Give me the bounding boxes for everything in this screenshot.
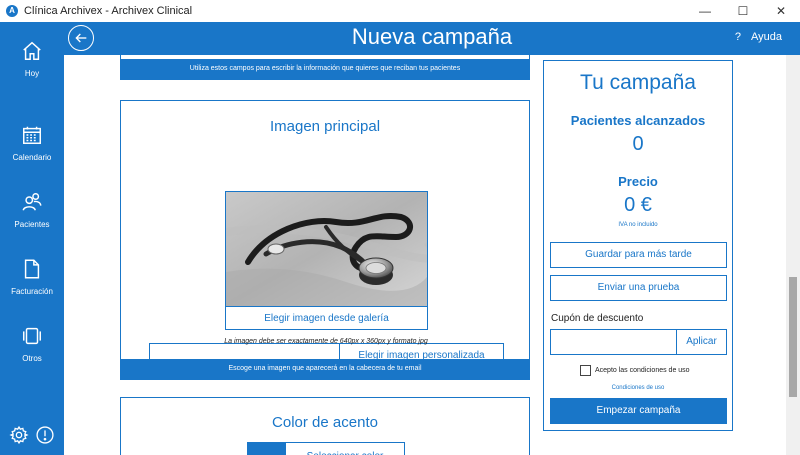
image-section-title: Imagen principal xyxy=(269,118,381,135)
page-title: Nueva campaña xyxy=(351,24,513,49)
minimize-button[interactable]: — xyxy=(686,0,724,22)
sidebar-item-label: Calendario xyxy=(12,153,52,162)
apply-coupon-button[interactable]: Aplicar xyxy=(677,330,726,354)
patients-icon xyxy=(22,193,42,211)
terms-link[interactable]: Condiciones de uso xyxy=(544,385,732,391)
stethoscope-image xyxy=(226,192,427,306)
maximize-button[interactable]: ☐ xyxy=(724,0,762,22)
vertical-scrollbar[interactable] xyxy=(786,55,800,455)
choose-gallery-button[interactable]: Elegir imagen desde galería xyxy=(226,306,427,330)
window-title: Clínica Archivex - Archivex Clinical xyxy=(24,5,193,17)
accent-color-row: Seleccionar color xyxy=(247,442,405,455)
image-preview[interactable]: Elegir imagen desde galería xyxy=(225,191,428,330)
send-test-button[interactable]: Enviar una prueba xyxy=(550,275,727,301)
accept-terms-row: Acepto las condiciones de uso xyxy=(580,365,690,376)
sidebar-item-label: Hoy xyxy=(24,69,40,78)
others-icon xyxy=(23,327,41,345)
accept-terms-label: Acepto las condiciones de uso xyxy=(595,367,690,374)
scrollbar-thumb[interactable] xyxy=(789,277,797,397)
accept-terms-checkbox[interactable] xyxy=(580,365,591,376)
accent-section-title: Color de acento xyxy=(272,414,378,431)
close-button[interactable]: ✕ xyxy=(762,0,800,22)
sidebar-item-calendario[interactable]: Calendario xyxy=(0,124,64,162)
coupon-label: Cupón de descuento xyxy=(551,313,644,324)
home-icon xyxy=(23,41,41,60)
calendar-icon xyxy=(23,126,41,144)
sidebar-item-label: Facturación xyxy=(11,287,53,296)
summary-title: Tu campaña xyxy=(580,71,696,94)
page-header: Nueva campaña ? Ayuda xyxy=(64,22,800,55)
image-requirement-text: La imagen debe ser exactamente de 640px … xyxy=(224,338,428,345)
accent-color-swatch[interactable] xyxy=(248,443,286,455)
settings-icon[interactable] xyxy=(9,425,29,445)
sidebar-item-label: Otros xyxy=(22,354,42,363)
sidebar-item-otros[interactable]: Otros xyxy=(0,325,64,363)
fields-hint: Utiliza estos campos para escribir la in… xyxy=(121,59,529,79)
sidebar: Hoy Calendario Pacientes Facturación Otr… xyxy=(0,22,64,455)
main-content: Utiliza estos campos para escribir la in… xyxy=(64,55,786,455)
campaign-summary-panel: Tu campaña Pacientes alcanzados 0 Precio… xyxy=(543,60,733,431)
image-footer-hint: Escoge una imagen que aparecerá en la ca… xyxy=(121,359,529,379)
invoice-icon xyxy=(24,259,40,279)
sidebar-item-pacientes[interactable]: Pacientes xyxy=(0,191,64,229)
coupon-input[interactable] xyxy=(551,330,677,354)
reached-value: 0 xyxy=(632,133,644,155)
alert-icon[interactable] xyxy=(35,425,55,445)
sidebar-item-label: Pacientes xyxy=(14,220,50,229)
select-color-button[interactable]: Seleccionar color xyxy=(286,443,404,455)
main-image-card: Imagen principal Elegir imagen desde gal… xyxy=(120,100,530,380)
text-fields-card: Utiliza estos campos para escribir la in… xyxy=(120,55,530,80)
help-button[interactable]: ? Ayuda xyxy=(735,31,782,43)
app-logo-icon: A xyxy=(6,5,18,17)
save-later-button[interactable]: Guardar para más tarde xyxy=(550,242,727,268)
window-titlebar: A Clínica Archivex - Archivex Clinical —… xyxy=(0,0,800,22)
vat-note: IVA no incluido xyxy=(618,222,658,228)
sidebar-item-facturacion[interactable]: Facturación xyxy=(0,258,64,296)
help-icon: ? xyxy=(734,31,741,43)
price-label: Precio xyxy=(618,174,658,189)
help-label: Ayuda xyxy=(751,31,782,43)
price-value: 0 € xyxy=(624,194,652,216)
coupon-row: Aplicar xyxy=(550,329,727,355)
accent-color-card: Color de acento Seleccionar color xyxy=(120,397,530,455)
start-campaign-button[interactable]: Empezar campaña xyxy=(550,398,727,424)
sidebar-item-hoy[interactable]: Hoy xyxy=(0,40,64,78)
reached-label: Pacientes alcanzados xyxy=(570,113,706,128)
